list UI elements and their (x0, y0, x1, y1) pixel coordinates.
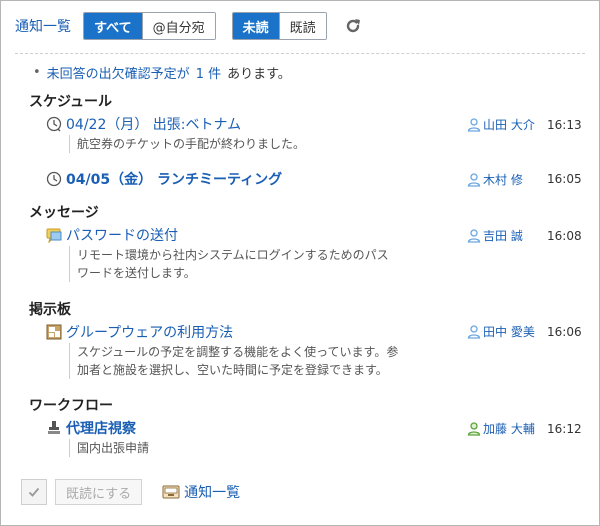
section-message: メッセージ (29, 205, 99, 221)
bulletin-board-icon (45, 323, 63, 341)
user-icon (467, 172, 481, 187)
notification-panel: 通知一覧 すべて @自分宛 未読 既読 • 未回答の出欠確認予定が 1 件 ありま… (0, 0, 600, 526)
toolbar: 通知一覧 すべて @自分宛 未読 既読 (15, 12, 363, 40)
notice-suffix: あります。 (227, 67, 291, 82)
user-name: 木村 修 (483, 173, 523, 187)
workflow-item-1-title: 代理店視察 (66, 421, 136, 437)
message-item-1-body: リモート環境から社内システムにログインするためのパス ワードを送付します。 (69, 246, 389, 282)
board-item-1-user[interactable]: 田中 愛美 (467, 323, 535, 340)
section-schedule: スケジュール (29, 94, 113, 110)
mark-read-button[interactable]: 既読にする (55, 479, 143, 505)
body-line: スケジュールの予定を調整する機能をよく使っています。参 (77, 345, 399, 359)
schedule-item-2-user[interactable]: 木村 修 (467, 171, 523, 188)
message-item-1[interactable]: パスワードの送付 (45, 225, 178, 245)
notice-count: 1 件 (195, 67, 222, 82)
notifications-title-link[interactable]: 通知一覧 (15, 16, 71, 36)
board-item-1-time: 16:06 (547, 325, 582, 339)
user-icon (467, 421, 481, 436)
refresh-icon[interactable] (343, 16, 363, 36)
attendance-notice: • 未回答の出欠確認予定が 1 件 あります。 (33, 63, 291, 82)
user-icon (467, 117, 481, 132)
target-filter: すべて @自分宛 (83, 12, 216, 40)
section-workflow: ワークフロー (29, 398, 113, 414)
filter-all-button[interactable]: すべて (84, 13, 142, 39)
workflow-item-1-user[interactable]: 加藤 大輔 (467, 420, 535, 437)
workflow-item-1[interactable]: 代理店視察 (45, 418, 136, 438)
unread-button[interactable]: 未読 (232, 13, 279, 39)
inbox-icon (162, 484, 180, 500)
clock-icon (45, 170, 63, 188)
select-all-checkbox[interactable] (21, 479, 47, 505)
board-item-1-title: グループウェアの利用方法 (66, 325, 234, 341)
message-item-1-time: 16:08 (547, 229, 582, 243)
user-icon (467, 228, 481, 243)
read-filter: 未読 既読 (231, 12, 327, 40)
message-icon (45, 226, 63, 244)
footer-bar: 既読にする 通知一覧 (21, 479, 240, 505)
workflow-item-1-body: 国内出張申請 (69, 439, 149, 457)
schedule-item-2[interactable]: 04/05（金） ランチミーティング (45, 169, 282, 189)
schedule-item-1-time: 16:13 (547, 118, 582, 132)
notice-text: 未回答の出欠確認予定が (46, 67, 190, 82)
user-icon (467, 324, 481, 339)
body-line: リモート環境から社内システムにログインするためのパス (77, 248, 389, 262)
message-item-1-user[interactable]: 吉田 誠 (467, 227, 523, 244)
schedule-item-1-user[interactable]: 山田 大介 (467, 116, 535, 133)
body-line: 加者と施設を選択し、空いた時間に予定を登録できます。 (77, 363, 388, 377)
user-name: 山田 大介 (483, 118, 535, 132)
user-name: 加藤 大輔 (483, 422, 535, 436)
schedule-item-1-title: 04/22（月） 出張:ベトナム (66, 117, 242, 133)
divider (15, 53, 585, 54)
board-item-1[interactable]: グループウェアの利用方法 (45, 322, 233, 342)
user-name: 田中 愛美 (483, 325, 535, 339)
section-board: 掲示板 (29, 302, 71, 318)
schedule-item-2-time: 16:05 (547, 172, 582, 186)
message-item-1-title: パスワードの送付 (66, 228, 178, 244)
schedule-item-1-body: 航空券のチケットの手配が終わりました。 (69, 135, 305, 153)
pending-attendance-link[interactable]: 未回答の出欠確認予定が 1 件 (47, 63, 221, 82)
clock-icon (45, 115, 63, 133)
user-name: 吉田 誠 (483, 229, 523, 243)
schedule-item-2-title: 04/05（金） ランチミーティング (66, 172, 283, 188)
filter-mine-button[interactable]: @自分宛 (141, 13, 215, 39)
read-button[interactable]: 既読 (278, 13, 326, 39)
stamp-icon (45, 419, 63, 437)
notifications-list-label: 通知一覧 (184, 485, 241, 501)
notifications-list-link[interactable]: 通知一覧 (162, 482, 240, 502)
board-item-1-body: スケジュールの予定を調整する機能をよく使っています。参 加者と施設を選択し、空い… (69, 343, 398, 379)
bullet-icon: • (33, 65, 41, 80)
workflow-item-1-time: 16:12 (547, 422, 582, 436)
body-line: ワードを送付します。 (77, 266, 196, 280)
schedule-item-1[interactable]: 04/22（月） 出張:ベトナム (45, 114, 241, 134)
